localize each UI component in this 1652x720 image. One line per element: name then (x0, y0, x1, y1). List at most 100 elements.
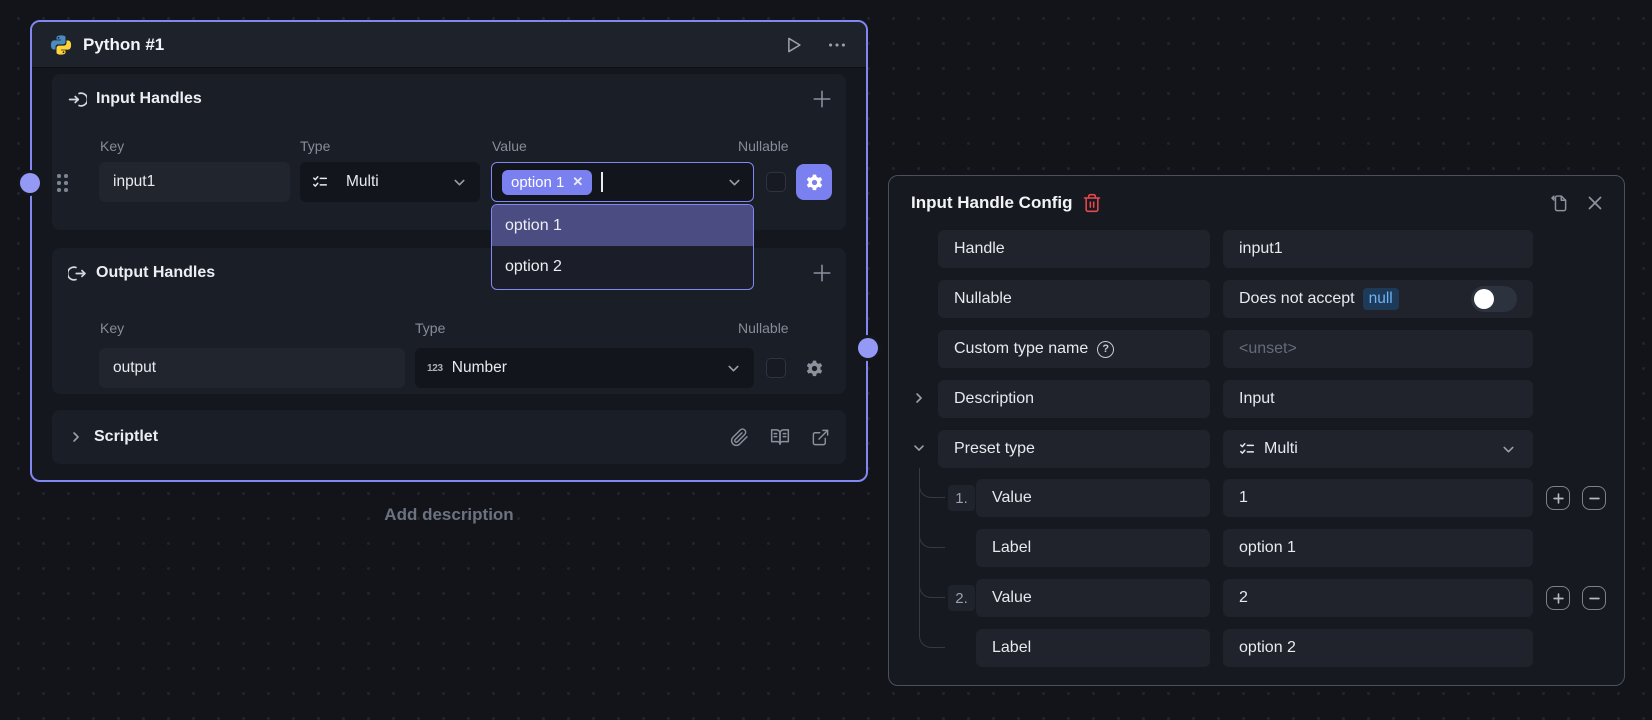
config-row-preset-type: Preset type Multi (889, 430, 1624, 468)
row-label: Value (976, 479, 1210, 517)
add-input-handle-button[interactable] (812, 89, 832, 109)
input-handles-title: Input Handles (96, 90, 202, 108)
nullable-text: Does not accept (1239, 290, 1355, 308)
nullable-checkbox[interactable] (766, 172, 786, 192)
node-title: Python #1 (83, 35, 771, 55)
handle-type-select[interactable]: Multi (300, 162, 480, 202)
handle-type-select[interactable]: 123 Number (415, 348, 754, 388)
chevron-down-icon[interactable] (911, 440, 927, 456)
item-value-field[interactable]: 2 (1223, 579, 1533, 617)
handle-type-value: Number (452, 359, 507, 377)
copy-config-button[interactable] (1549, 193, 1570, 214)
gear-icon (805, 173, 824, 192)
handle-key-input[interactable] (99, 162, 290, 202)
row-label: Label (976, 629, 1210, 667)
remove-item-button[interactable] (1582, 586, 1606, 610)
output-port-handle[interactable] (858, 338, 878, 358)
item-index: 2. (948, 585, 975, 611)
add-item-button[interactable] (1546, 486, 1570, 510)
add-output-handle-button[interactable] (812, 263, 832, 283)
config-panel-title: Input Handle Config (911, 193, 1072, 213)
book-open-icon (770, 427, 790, 447)
preset-type-value: Multi (1264, 440, 1298, 458)
chevron-down-icon (725, 360, 742, 377)
chip-label: option 1 (511, 174, 564, 191)
add-description-button[interactable]: Add description (30, 505, 868, 525)
row-label: Handle (938, 230, 1210, 268)
help-icon[interactable]: ? (1097, 341, 1114, 358)
chip-remove-icon[interactable]: ✕ (572, 174, 583, 190)
preset-item-row: 1. Value 1 (889, 479, 1624, 517)
close-panel-button[interactable] (1586, 194, 1604, 212)
plus-icon (812, 263, 832, 283)
column-header-type: Type (415, 320, 445, 336)
value-options-dropdown: option 1 option 2 (491, 204, 754, 290)
external-link-icon (811, 428, 830, 447)
minus-icon (1589, 593, 1600, 604)
chevron-down-icon[interactable] (726, 174, 743, 191)
add-item-button[interactable] (1546, 586, 1570, 610)
python-node[interactable]: Python #1 Input Handles Ke (30, 20, 868, 482)
nullable-value-cell: Does not accept null (1223, 280, 1533, 318)
column-header-nullable: Nullable (738, 138, 789, 154)
flow-canvas[interactable]: Python #1 Input Handles Ke (0, 0, 1652, 720)
ellipsis-icon (826, 34, 848, 56)
handle-type-value: Multi (346, 173, 379, 191)
docs-button[interactable] (770, 427, 790, 447)
nullable-checkbox[interactable] (766, 358, 786, 378)
trash-icon (1082, 193, 1102, 213)
row-label: Description (938, 380, 1210, 418)
plus-icon (1553, 593, 1564, 604)
text-cursor (601, 172, 603, 192)
item-label-field[interactable]: option 2 (1223, 629, 1533, 667)
chevron-down-icon (1500, 441, 1517, 458)
preset-item-row: Label option 2 (889, 629, 1624, 667)
handle-config-button[interactable] (796, 164, 832, 200)
multi-type-icon (312, 174, 328, 190)
scriptlet-section[interactable]: Scriptlet (52, 410, 846, 464)
drag-handle-icon[interactable] (57, 174, 71, 192)
open-editor-button[interactable] (811, 428, 830, 447)
custom-type-field[interactable]: <unset> (1223, 330, 1533, 368)
preset-type-select[interactable]: Multi (1223, 430, 1533, 468)
chevron-right-icon[interactable] (911, 390, 927, 406)
minus-icon (1589, 493, 1600, 504)
row-label: Custom type name ? (938, 330, 1210, 368)
handle-value-multiselect[interactable]: option 1 ✕ (491, 162, 754, 202)
row-label: Value (976, 579, 1210, 617)
item-index: 1. (948, 485, 975, 511)
item-value-field[interactable]: 1 (1223, 479, 1533, 517)
play-icon (782, 34, 804, 56)
run-node-button[interactable] (782, 34, 804, 56)
remove-item-button[interactable] (1582, 486, 1606, 510)
delete-handle-button[interactable] (1082, 193, 1102, 213)
chevron-right-icon[interactable] (68, 429, 84, 445)
config-row-custom-type: Custom type name ? <unset> (889, 330, 1624, 368)
close-icon (1586, 194, 1604, 212)
handle-config-button[interactable] (796, 350, 832, 386)
number-type-icon: 123 (427, 363, 443, 374)
column-header-key: Key (100, 138, 124, 154)
nullable-toggle[interactable] (1471, 286, 1517, 312)
handle-name-field[interactable]: input1 (1223, 230, 1533, 268)
dropdown-option-2[interactable]: option 2 (492, 246, 753, 287)
description-field[interactable]: Input (1223, 380, 1533, 418)
multi-type-icon (1239, 441, 1255, 457)
output-handles-icon (68, 264, 87, 283)
output-handles-title: Output Handles (96, 264, 215, 282)
column-header-key: Key (100, 320, 124, 336)
node-menu-button[interactable] (826, 34, 848, 56)
input-port-handle[interactable] (20, 173, 40, 193)
node-titlebar[interactable]: Python #1 (32, 22, 866, 68)
column-header-nullable: Nullable (738, 320, 789, 336)
handle-key-input[interactable] (99, 348, 405, 388)
toggle-knob (1474, 289, 1494, 309)
scriptlet-title: Scriptlet (94, 428, 158, 446)
config-row-description: Description Input (889, 380, 1624, 418)
attach-file-button[interactable] (730, 428, 749, 447)
item-label-field[interactable]: option 1 (1223, 529, 1533, 567)
preset-item-row: Label option 1 (889, 529, 1624, 567)
dropdown-option-1[interactable]: option 1 (492, 205, 753, 246)
selected-option-chip: option 1 ✕ (502, 170, 592, 195)
input-handles-icon (68, 90, 87, 109)
